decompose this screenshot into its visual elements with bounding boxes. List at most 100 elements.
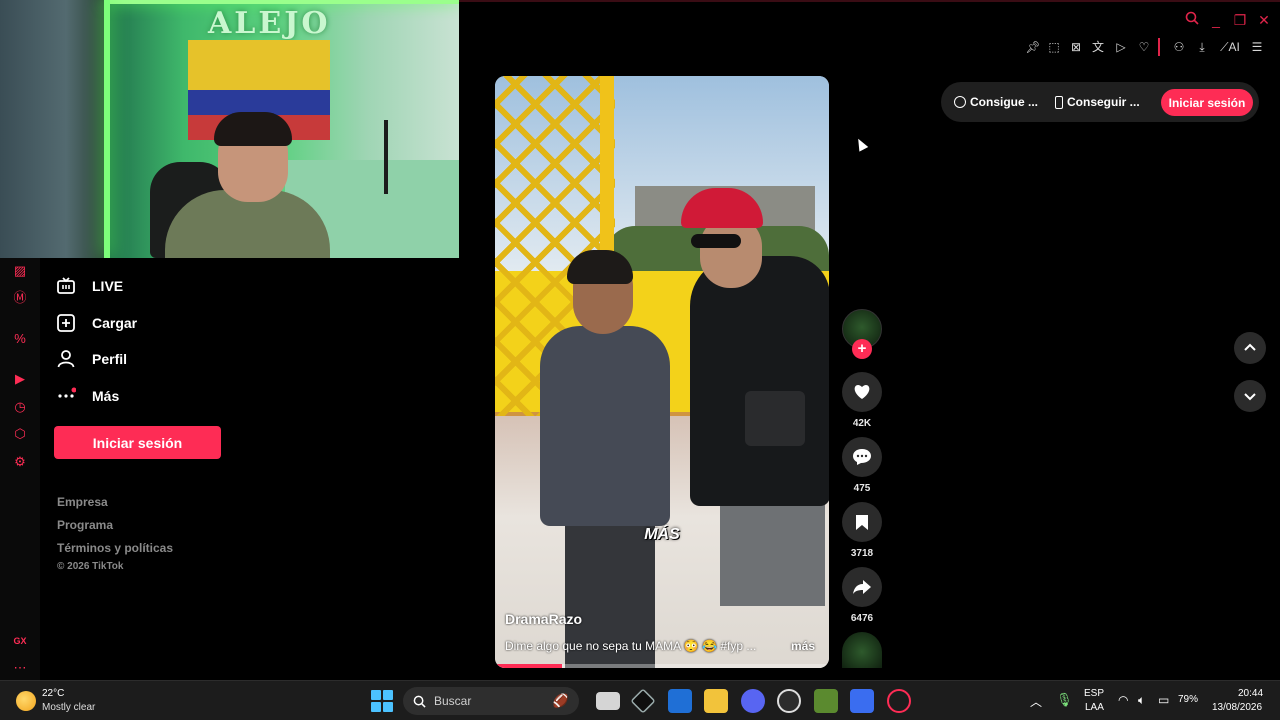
steam-icon[interactable] — [777, 689, 801, 713]
get-coins-button[interactable]: Consigue ... — [954, 95, 1038, 109]
file-explorer-icon[interactable] — [704, 689, 728, 713]
adblock-icon[interactable]: ⊠ — [1067, 38, 1085, 56]
menu-icon[interactable]: ☰ — [1248, 38, 1266, 56]
pin-icon[interactable]: 📌︎ — [1024, 38, 1042, 56]
account-icon[interactable]: ⚇ — [1170, 38, 1188, 56]
sidebar-item-label: LIVE — [92, 278, 124, 294]
start-button[interactable] — [371, 690, 393, 712]
previous-video-button[interactable] — [1234, 332, 1266, 364]
search-icon[interactable] — [1182, 10, 1202, 30]
app-editor-icon[interactable] — [668, 689, 692, 713]
gx-corner-icon[interactable]: GX — [12, 633, 28, 649]
like-count: 42K — [852, 418, 872, 429]
follow-button[interactable]: + — [852, 339, 872, 359]
video-subtitle: MÁS — [644, 526, 680, 543]
microphone-icon[interactable]: 🎙︎ — [1056, 692, 1073, 708]
translate-icon[interactable]: 文 — [1089, 38, 1107, 56]
footer-link-company[interactable]: Empresa — [57, 495, 108, 509]
minimize-icon[interactable]: _ — [1206, 10, 1226, 30]
share-arrow-icon — [853, 580, 871, 594]
video-player[interactable]: MÁS DramaRazo Dime algo que no sepa tu M… — [495, 76, 829, 668]
sidebar-item-live[interactable]: LIVE — [56, 276, 123, 296]
led-strip-top — [104, 0, 459, 4]
sidebar-login-button[interactable]: Iniciar sesión — [54, 426, 221, 459]
task-view-icon[interactable] — [596, 692, 620, 710]
discord-icon[interactable] — [741, 689, 765, 713]
get-app-button[interactable]: Conseguir ... — [1055, 95, 1140, 109]
like-button[interactable] — [842, 372, 882, 412]
discount-icon[interactable]: % — [12, 331, 28, 347]
webcam-overlay: ALEJO — [0, 0, 459, 258]
messenger-icon[interactable]: Ⓜ — [12, 290, 28, 306]
save-count: 3718 — [850, 548, 874, 559]
twitch-icon[interactable]: ▨ — [12, 263, 28, 279]
description-more-link[interactable]: más — [791, 639, 815, 653]
send-icon[interactable]: ▷ — [1112, 38, 1130, 56]
search-placeholder: Buscar — [434, 694, 472, 708]
header-login-button[interactable]: Iniciar sesión — [1161, 89, 1253, 116]
heart-icon — [854, 385, 870, 399]
download-icon[interactable]: ⤓ — [1193, 38, 1211, 56]
clock-date[interactable]: 13/08/2026 — [1212, 702, 1262, 713]
video-progress-fill — [495, 664, 562, 668]
tray-chevron-up-icon[interactable]: ︿ — [1030, 693, 1042, 710]
browser-sidebar: ▨ Ⓜ % ▶ ◷ ⬡ ⚙ GX ⋯ — [0, 258, 40, 680]
weather-moon-icon[interactable] — [16, 691, 36, 711]
ai-icon[interactable]: ⟋AI — [1216, 38, 1244, 56]
minecraft-icon[interactable] — [814, 689, 838, 713]
get-coins-label: Consigue ... — [970, 95, 1039, 109]
user-icon — [56, 349, 76, 369]
footer-link-program[interactable]: Programa — [57, 518, 113, 532]
bookmark-icon — [856, 514, 868, 530]
next-video-button[interactable] — [1234, 380, 1266, 412]
sidebar-item-upload[interactable]: Cargar — [56, 313, 137, 333]
live-tv-icon — [56, 276, 76, 296]
sidebar-item-label: Perfil — [92, 351, 128, 367]
video-progress-bar[interactable] — [495, 664, 829, 668]
save-button[interactable] — [842, 502, 882, 542]
browser-top-border — [459, 0, 1280, 2]
music-disc-avatar[interactable] — [842, 632, 882, 668]
roblox-icon[interactable] — [850, 689, 874, 713]
coin-icon — [954, 96, 966, 108]
share-count: 6476 — [850, 613, 874, 624]
sidebar-item-more[interactable]: Más — [56, 386, 119, 406]
taskbar-search[interactable]: Buscar 🏈 — [403, 687, 579, 715]
windows-taskbar: 22°C Mostly clear Buscar 🏈 ︿ 🎙︎ ESP LAA … — [0, 680, 1280, 720]
footer-link-terms[interactable]: Términos y políticas — [57, 541, 173, 555]
restore-icon[interactable]: ❐ — [1230, 10, 1250, 30]
extensions-icon[interactable]: ⬡ — [12, 426, 28, 442]
history-icon[interactable]: ◷ — [12, 399, 28, 415]
toolbar-separator — [1158, 38, 1160, 56]
comment-icon — [853, 449, 871, 465]
neon-sign: ALEJO — [208, 6, 331, 41]
language-top[interactable]: ESP — [1084, 688, 1104, 699]
mic-stand — [384, 120, 388, 194]
settings-gear-icon[interactable]: ⚙ — [12, 454, 28, 470]
battery-percent[interactable]: 79% — [1178, 694, 1198, 705]
share-button[interactable] — [842, 567, 882, 607]
sidebar-item-profile[interactable]: Perfil — [56, 349, 127, 369]
comment-button[interactable] — [842, 437, 882, 477]
volume-icon[interactable]: 🔈︎ — [1138, 693, 1145, 708]
language-bottom[interactable]: LAA — [1085, 702, 1104, 713]
upload-plus-icon — [56, 313, 76, 333]
heart-outline-icon[interactable]: ♡ — [1135, 38, 1153, 56]
wifi-icon[interactable]: ◠ — [1118, 693, 1128, 707]
chevron-up-icon — [1244, 343, 1256, 351]
weather-temperature[interactable]: 22°C — [42, 688, 64, 699]
battery-icon[interactable]: ▭ — [1158, 693, 1169, 707]
app-cube-icon[interactable] — [630, 688, 656, 714]
clock-time[interactable]: 20:44 — [1238, 688, 1263, 699]
weather-description[interactable]: Mostly clear — [42, 702, 95, 713]
close-icon[interactable]: ✕ — [1254, 10, 1274, 30]
snapshot-icon[interactable]: ⬚ — [1045, 38, 1063, 56]
more-icon[interactable]: ⋯ — [12, 660, 28, 676]
player-icon[interactable]: ▶ — [12, 371, 28, 387]
chevron-down-icon — [1244, 393, 1256, 401]
opera-gx-icon[interactable] — [887, 689, 911, 713]
get-app-label: Conseguir ... — [1067, 95, 1140, 109]
video-author[interactable]: DramaRazo — [505, 611, 582, 627]
search-highlight-icon: 🏈 — [552, 693, 569, 708]
search-icon — [413, 695, 426, 708]
